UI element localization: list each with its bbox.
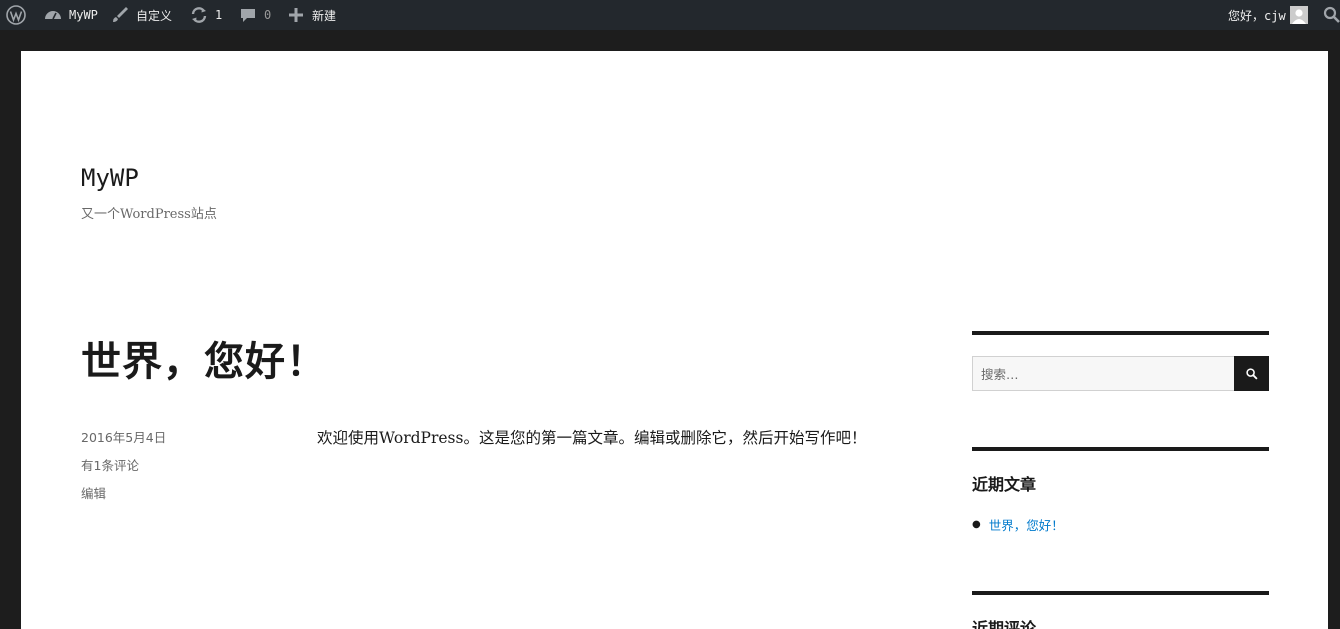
post-edit-link[interactable]: 编辑 [81, 483, 106, 502]
avatar [1289, 6, 1308, 24]
comments-button[interactable]: 0 [238, 0, 271, 30]
list-bullet: ● [972, 519, 981, 530]
admin-toolbar: MyWP 自定义 1 0 新建 您好，cjw [0, 0, 1340, 30]
search-toolbar-button[interactable] [1322, 0, 1340, 30]
plus-icon [289, 8, 303, 22]
search-submit-button[interactable] [1234, 356, 1269, 391]
recent-posts-title: 近期文章 [972, 475, 1037, 494]
wordpress-logo-button[interactable] [6, 0, 26, 30]
post-date[interactable]: 2016年5月4日 [81, 427, 166, 446]
search-icon [1245, 367, 1258, 380]
updates-icon [191, 7, 207, 23]
site-name-label: MyWP [69, 8, 98, 22]
post-title[interactable]: 世界，您好！ [81, 329, 327, 387]
recent-post-link[interactable]: 世界，您好！ [989, 515, 1064, 534]
user-avatar-icon [1291, 9, 1306, 24]
paintbrush-icon [113, 7, 128, 22]
site-description: 又一个WordPress站点 [81, 207, 217, 222]
search-placeholder: 搜索… [981, 367, 1019, 382]
search-input[interactable]: 搜索… [972, 356, 1235, 391]
customize-label: 自定义 [136, 8, 173, 23]
dashboard-icon [45, 11, 61, 20]
recent-comments-title: 近期评论 [972, 619, 1037, 629]
widget-divider [972, 331, 1269, 335]
site-page: MyWP 又一个WordPress站点 世界，您好！ 2016年5月4日 有1条… [21, 51, 1328, 629]
updates-button[interactable]: 1 [189, 0, 222, 30]
widget-divider [972, 591, 1269, 595]
comments-count: 0 [264, 8, 272, 22]
recent-post-item[interactable]: ● 世界，您好！ [972, 515, 1064, 534]
site-title[interactable]: MyWP [81, 164, 139, 192]
post-comments-link[interactable]: 有1条评论 [81, 455, 139, 474]
widget-divider [972, 447, 1269, 451]
wordpress-logo-icon [6, 5, 26, 25]
new-content-button[interactable]: 新建 [286, 0, 336, 30]
greeting-label: 您好，cjw [1228, 8, 1286, 23]
new-label: 新建 [312, 8, 337, 23]
search-icon [1323, 6, 1340, 23]
post-content: 欢迎使用WordPress。这是您的第一篇文章。编辑或删除它，然后开始写作吧！ [317, 429, 867, 447]
site-name-menu[interactable]: MyWP [43, 0, 98, 30]
comment-icon [241, 9, 255, 22]
updates-count: 1 [215, 8, 223, 22]
customize-button[interactable]: 自定义 [110, 0, 172, 30]
my-account-menu[interactable]: 您好，cjw [1228, 0, 1308, 30]
